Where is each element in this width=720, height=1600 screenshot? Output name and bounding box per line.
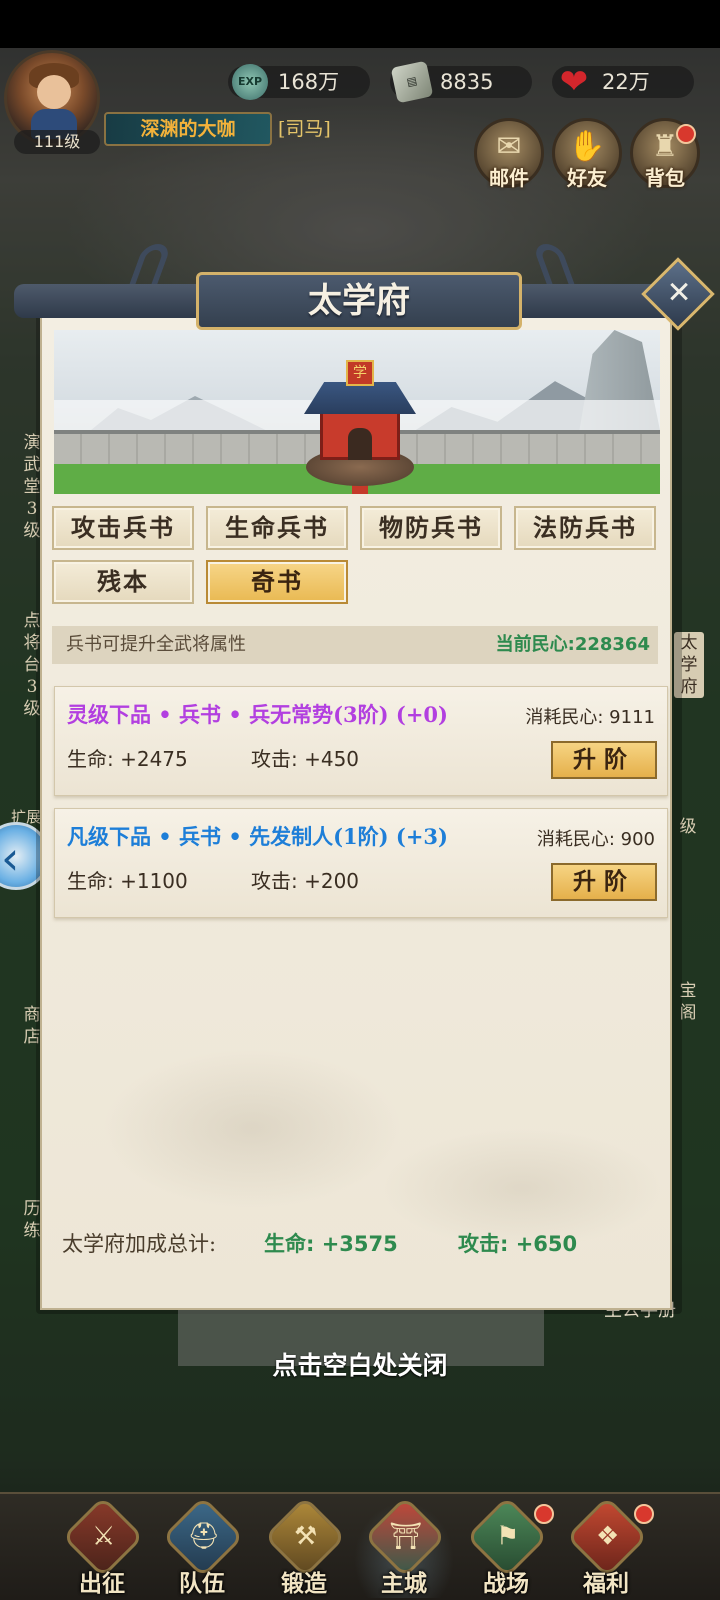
book-scroll-icon: ▤ (390, 60, 434, 104)
heart-counter: ❤ 22万 (552, 62, 694, 102)
book-value: 8835 (440, 70, 494, 94)
exp-value: 168万 (278, 70, 340, 94)
tab-attack-book[interactable]: 攻击兵书 (52, 506, 194, 550)
chevron-left-icon: ‹ (1, 831, 20, 885)
exp-counter: EXP 168万 (228, 64, 370, 100)
exp-orb-icon: EXP (232, 64, 268, 100)
book-card: 灵级下品 • 兵书 • 兵无常势(3阶) (+0) 消耗民心: 9111 生命:… (54, 686, 668, 796)
heart-icon: ❤ (559, 62, 589, 102)
nav-expedition[interactable]: ⚔ 出征 (52, 1495, 152, 1598)
heart-value: 22万 (602, 70, 650, 94)
friends-button[interactable]: ✋ 好友 (552, 118, 622, 190)
info-description: 兵书可提升全武将属性 (66, 634, 246, 655)
handshake-icon: ✋ (568, 129, 606, 164)
book-card: 凡级下品 • 兵书 • 先发制人(1阶) (+3) 消耗民心: 900 生命: … (54, 808, 668, 918)
player-name: 深渊的大咖 (104, 112, 272, 146)
book-name: 凡级下品 • 兵书 • 先发制人(1阶) (+3) (67, 824, 448, 849)
close-icon: ✕ (666, 275, 692, 311)
book-cost: 消耗民心: 900 (536, 829, 655, 850)
ink-mist-decoration (102, 1048, 402, 1208)
info-bar: 兵书可提升全武将属性 当前民心:228364 (52, 626, 658, 664)
battlefield-badge (534, 1504, 554, 1524)
bottom-nav: ⚔ 出征 ⛑ 队伍 ⚒ 锻造 ⛩ 主城 ⚑ 战场 ❖ 福利 (0, 1492, 720, 1600)
status-bar (0, 0, 720, 48)
book-counter: ▤ 8835 (390, 60, 532, 104)
panel-title-plaque: 太学府 (196, 272, 522, 330)
tab-fragment[interactable]: 残本 (52, 560, 194, 604)
total-bonus-label: 太学府加成总计: (62, 1232, 217, 1256)
total-atk-bonus: 攻击: +650 (458, 1232, 578, 1256)
mail-button[interactable]: ✉ 邮件 (474, 118, 544, 190)
current-popularity: 当前民心:228364 (495, 634, 650, 655)
tab-physdef-book[interactable]: 物防兵书 (360, 506, 502, 550)
book-name: 灵级下品 • 兵书 • 兵无常势(3阶) (+0) (67, 702, 448, 727)
book-cost: 消耗民心: 9111 (525, 707, 655, 728)
avatar-face (37, 75, 71, 109)
book-hp-bonus: 生命: +2475 (67, 747, 188, 771)
tab-magdef-book[interactable]: 法防兵书 (514, 506, 656, 550)
book-atk-bonus: 攻击: +200 (251, 869, 360, 893)
academy-scene-banner: 学 (54, 330, 660, 494)
total-hp-bonus: 生命: +3575 (264, 1232, 398, 1256)
academy-building-icon: 学 (300, 360, 420, 494)
friends-label: 好友 (567, 166, 607, 190)
nav-main-city[interactable]: ⛩ 主城 (354, 1495, 454, 1598)
mail-label: 邮件 (489, 166, 529, 190)
player-title: [司马] (278, 118, 331, 140)
welfare-badge (634, 1504, 654, 1524)
nav-team[interactable]: ⛑ 队伍 (152, 1495, 252, 1598)
panel-title: 太学府 (308, 281, 410, 321)
book-hp-bonus: 生命: +1100 (67, 869, 188, 893)
mail-scroll-icon: ✉ (496, 129, 522, 164)
upgrade-button[interactable]: 升阶 (551, 741, 657, 779)
bag-badge (676, 124, 696, 144)
tab-life-book[interactable]: 生命兵书 (206, 506, 348, 550)
nav-forge[interactable]: ⚒ 锻造 (254, 1495, 354, 1598)
upgrade-button[interactable]: 升阶 (551, 863, 657, 901)
tab-rare-book[interactable]: 奇书 (206, 560, 348, 604)
player-level: 111级 (14, 130, 100, 154)
book-atk-bonus: 攻击: +450 (251, 747, 360, 771)
close-hint[interactable]: 点击空白处关闭 (0, 1346, 720, 1382)
academy-sign: 学 (346, 360, 374, 386)
bag-label: 背包 (645, 166, 685, 190)
